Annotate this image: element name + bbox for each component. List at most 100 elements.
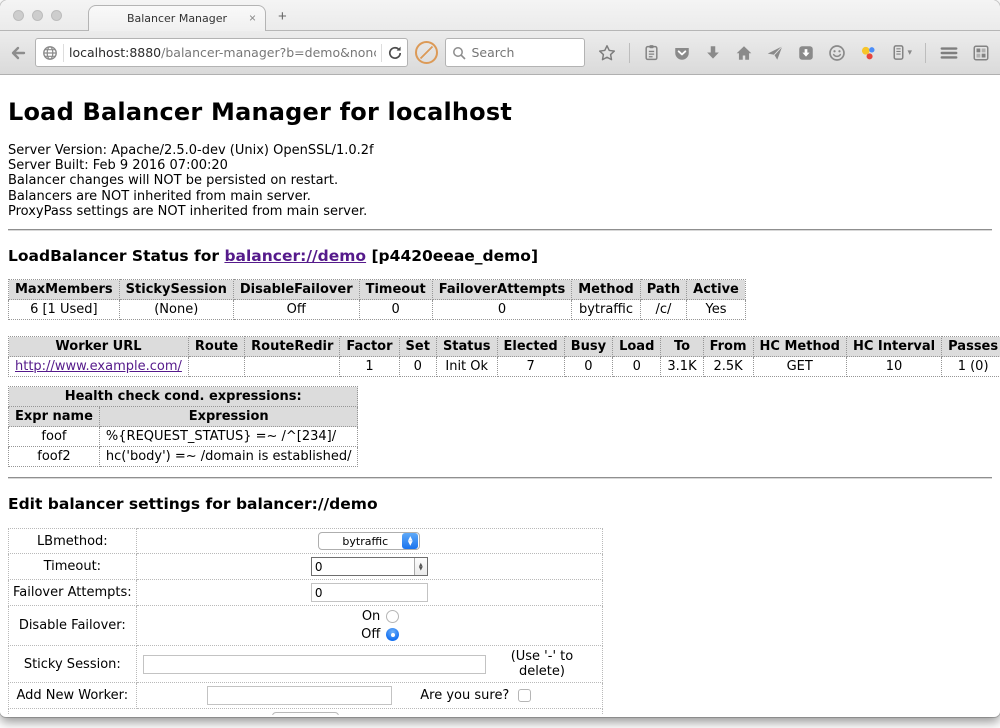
column-header: To — [661, 337, 703, 357]
hamburger-menu-icon — [939, 44, 959, 62]
feedback-button[interactable] — [826, 42, 848, 64]
timeout-input[interactable] — [312, 558, 414, 575]
server-version-line: Server Version: Apache/2.5.0-dev (Unix) … — [8, 143, 992, 158]
balancer-status-table: MaxMembersStickySessionDisableFailoverTi… — [8, 279, 746, 320]
home-button[interactable] — [733, 42, 755, 64]
pocket-button[interactable] — [671, 42, 693, 64]
pocket-icon — [673, 44, 691, 62]
url-divider — [381, 44, 382, 62]
column-header: Route — [188, 337, 244, 357]
worker-url-link[interactable]: http://www.example.com/ — [15, 359, 182, 374]
balancer-demo-link[interactable]: balancer://demo — [224, 247, 366, 265]
disable-failover-off-radio[interactable] — [386, 628, 399, 641]
column-header: Passes — [942, 337, 1000, 357]
table-cell: bytraffic — [572, 300, 640, 320]
browser-window: Balancer Manager × + localhost:8880/bala… — [0, 0, 1000, 717]
send-tab-button[interactable] — [764, 42, 786, 64]
disable-failover-off-option: Off — [339, 627, 399, 642]
column-header: FailoverAttempts — [432, 280, 572, 300]
colored-dots-icon — [859, 44, 877, 62]
zoom-window-button[interactable] — [51, 10, 62, 21]
tab-title: Balancer Manager — [127, 12, 227, 25]
table-cell: foof2 — [9, 447, 100, 467]
table-row: foof%{REQUEST_STATUS} =~ /^[234]/ — [9, 427, 358, 447]
back-button[interactable] — [8, 43, 28, 63]
are-you-sure-checkbox[interactable] — [518, 689, 531, 702]
minimize-window-button[interactable] — [32, 10, 43, 21]
reload-button[interactable] — [387, 45, 403, 61]
table-cell: 0 — [564, 357, 612, 377]
failover-attempts-input[interactable] — [311, 583, 428, 602]
column-header: Worker URL — [9, 337, 189, 357]
table-cell: (None) — [119, 300, 233, 320]
inherit-notice-line: Balancers are NOT inherited from main se… — [8, 189, 992, 204]
column-header: HC Interval — [846, 337, 941, 357]
table-cell — [188, 357, 244, 377]
column-header: Timeout — [359, 280, 432, 300]
table-cell: 1 — [340, 357, 399, 377]
server-info: Server Version: Apache/2.5.0-dev (Unix) … — [8, 143, 992, 219]
column-header: MaxMembers — [9, 280, 120, 300]
sticky-session-input[interactable] — [143, 655, 486, 674]
number-spinner-icon[interactable]: ▲▼ — [414, 558, 427, 575]
downloads-button[interactable] — [702, 42, 724, 64]
column-header: Factor — [340, 337, 399, 357]
edit-balancer-form: LBmethod: bytraffic ▲▼ Timeout: ▲▼ — [8, 528, 603, 715]
table-title: Health check cond. expressions: — [9, 387, 358, 407]
column-header: Method — [572, 280, 640, 300]
table-cell: 10 — [846, 357, 941, 377]
back-arrow-icon — [8, 43, 28, 63]
column-header: Set — [399, 337, 436, 357]
column-header: Status — [436, 337, 497, 357]
table-cell: Off — [233, 300, 359, 320]
menu-button[interactable] — [937, 42, 961, 64]
container-button[interactable]: ▾ — [888, 42, 914, 63]
submit-button[interactable]: Submit — [272, 712, 339, 715]
select-stepper-icon: ▲▼ — [402, 533, 418, 549]
table-cell: 0 — [359, 300, 432, 320]
table-row: foof2hc('body') =~ /domain is establishe… — [9, 447, 358, 467]
failover-attempts-label: Failover Attempts: — [9, 580, 137, 606]
loadbalancer-status-heading: LoadBalancer Status for balancer://demo … — [8, 247, 992, 265]
table-cell: 0 — [613, 357, 661, 377]
url-bar[interactable]: localhost:8880/balancer-manager?b=demo&n… — [35, 38, 408, 67]
lbmethod-select[interactable]: bytraffic ▲▼ — [318, 532, 420, 550]
disable-failover-row: Disable Failover: On Off — [9, 606, 603, 646]
toolbar-icons: ▾ — [596, 42, 992, 64]
home-icon — [735, 44, 753, 62]
table-row: 6 [1 Used](None)Off00bytraffic/c/Yes — [9, 300, 746, 320]
close-window-button[interactable] — [13, 10, 24, 21]
new-tab-button[interactable]: + — [278, 8, 287, 25]
are-you-sure-label: Are you sure? — [420, 688, 509, 703]
table-cell: 6 [1 Used] — [9, 300, 120, 320]
worker-table: Worker URLRouteRouteRedirFactorSetStatus… — [8, 336, 1000, 377]
add-worker-input[interactable] — [207, 686, 392, 705]
bookmark-star-icon — [598, 44, 616, 62]
title-bar: Balancer Manager × + — [0, 0, 1000, 30]
reading-list-button[interactable] — [641, 42, 662, 63]
tab-balancer-manager[interactable]: Balancer Manager × — [88, 5, 266, 31]
table-cell: 1 (0) — [942, 357, 1000, 377]
blocked-plugin-icon[interactable] — [415, 41, 438, 64]
divider — [8, 229, 992, 231]
timeout-label: Timeout: — [9, 554, 137, 580]
table-cell: %{REQUEST_STATUS} =~ /^[234]/ — [99, 427, 358, 447]
submit-row: Submit — [9, 709, 603, 715]
table-cell: 0 — [432, 300, 572, 320]
tab-close-button[interactable]: × — [249, 11, 256, 25]
disable-failover-on-radio[interactable] — [386, 610, 399, 623]
table-cell: 0 — [399, 357, 436, 377]
column-header: Elected — [497, 337, 564, 357]
search-input[interactable] — [471, 45, 571, 60]
table-cell: Yes — [687, 300, 746, 320]
table-cell: GET — [753, 357, 846, 377]
save-box-button[interactable] — [795, 42, 817, 64]
traffic-lights — [13, 10, 62, 21]
sticky-session-row: Sticky Session: (Use '-' to delete) — [9, 646, 603, 683]
globe-icon — [42, 45, 58, 61]
search-bar[interactable] — [445, 38, 585, 67]
bookmark-button[interactable] — [596, 42, 618, 64]
tile-grid-icon — [972, 44, 990, 62]
extension-dots-button[interactable] — [857, 42, 879, 64]
tile-grid-button[interactable] — [970, 42, 992, 64]
